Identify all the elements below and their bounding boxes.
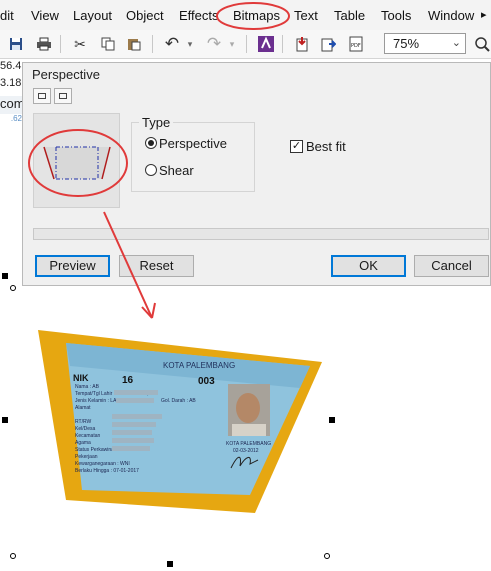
annotation-overlay [28,2,290,319]
node-marker[interactable] [10,285,16,291]
card-city-header: KOTA PALEMBANG [163,361,236,370]
card-nik-end: 003 [198,376,215,387]
node-marker[interactable] [10,553,16,559]
redaction-bars [112,390,162,451]
card-issue-city: KOTA PALEMBANG [226,441,272,447]
selection-handle[interactable] [2,273,8,279]
card-nik-label: NIK [73,373,89,383]
node-marker[interactable] [324,553,330,559]
selection-handle[interactable] [167,561,173,567]
signature [230,456,259,469]
id-card-bitmap[interactable] [0,320,491,520]
